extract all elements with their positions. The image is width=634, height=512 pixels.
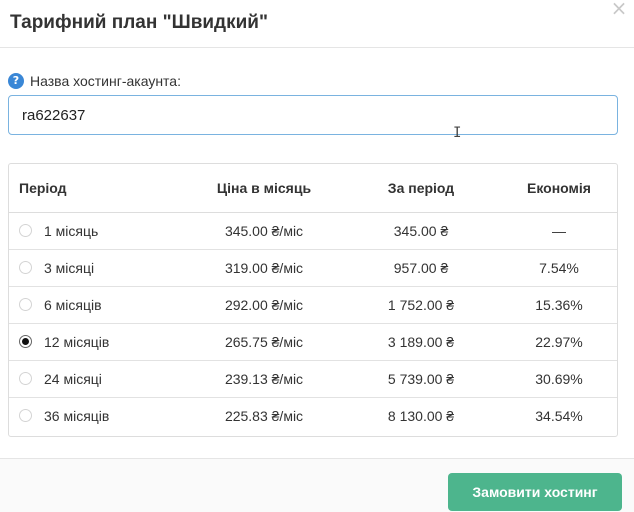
savings-cell: 34.54%	[535, 407, 583, 424]
period-cell: 12 місяців	[9, 323, 187, 361]
period-label: 24 місяці	[44, 370, 102, 387]
plan-table: Період Ціна в місяць За період Економія …	[8, 163, 618, 437]
savings-cell: 7.54%	[501, 249, 617, 287]
monthly-price-cell: 265.75 ₴/міс	[187, 323, 341, 361]
period-total-cell: 957.00 ₴	[341, 249, 501, 287]
period-cell: 36 місяців	[9, 397, 187, 434]
period-radio[interactable]	[19, 224, 32, 237]
period-label: 1 місяць	[44, 222, 99, 239]
period-total-cell: 3 189.00 ₴	[341, 323, 501, 361]
table-row[interactable]: 1 місяць 345.00 ₴/міс 345.00 ₴ —	[9, 212, 617, 250]
period-cell: 1 місяць	[9, 212, 187, 250]
modal-title: Тарифний план "Швидкий"	[10, 12, 268, 33]
period-cell: 24 місяці	[9, 360, 187, 398]
table-row[interactable]: 12 місяців 265.75 ₴/міс 3 189.00 ₴ 22.97%	[9, 323, 617, 361]
ibeam-cursor-icon: I	[453, 125, 462, 141]
savings-cell: 30.69%	[501, 360, 617, 398]
period-total-cell: 8 130.00 ₴	[387, 407, 455, 424]
savings-cell: 22.97%	[501, 323, 617, 361]
account-name-input[interactable]	[8, 95, 618, 135]
period-label: 3 місяці	[44, 259, 95, 276]
period-total-cell: 345.00 ₴	[341, 212, 501, 250]
header-period-total: За період	[341, 164, 501, 213]
period-cell: 3 місяці	[9, 249, 187, 287]
account-name-label: ? Назва хостинг-акаунта:	[8, 72, 181, 90]
period-label: 12 місяців	[44, 333, 110, 350]
period-radio[interactable]	[19, 409, 32, 423]
table-header-row: Період Ціна в місяць За період Економія	[9, 164, 617, 213]
period-total-cell: 5 739.00 ₴	[341, 360, 501, 398]
monthly-price-cell: 225.83 ₴/міс	[224, 407, 304, 424]
table-row[interactable]: 3 місяці 319.00 ₴/міс 957.00 ₴ 7.54%	[9, 249, 617, 287]
table-row[interactable]: 6 місяців 292.00 ₴/міс 1 752.00 ₴ 15.36%	[9, 286, 617, 324]
period-label: 36 місяців	[44, 407, 110, 424]
period-total-cell: 1 752.00 ₴	[341, 286, 501, 324]
help-icon[interactable]: ?	[8, 73, 24, 89]
period-radio[interactable]	[19, 298, 32, 311]
monthly-price-cell: 319.00 ₴/міс	[187, 249, 341, 287]
header-savings: Економія	[501, 164, 617, 213]
savings-cell: 15.36%	[501, 286, 617, 324]
monthly-price-cell: 239.13 ₴/міс	[187, 360, 341, 398]
close-icon[interactable]: ×	[610, 0, 628, 18]
savings-cell: —	[501, 212, 617, 250]
period-radio[interactable]	[19, 261, 32, 274]
table-row[interactable]: 36 місяців 225.83 ₴/міс 8 130.00 ₴ 34.54%	[9, 397, 617, 434]
period-label: 6 місяців	[44, 296, 102, 313]
monthly-price-cell: 292.00 ₴/міс	[187, 286, 341, 324]
account-name-label-text: Назва хостинг-акаунта:	[30, 73, 181, 89]
monthly-price-cell: 345.00 ₴/міс	[187, 212, 341, 250]
table-row[interactable]: 24 місяці 239.13 ₴/міс 5 739.00 ₴ 30.69%	[9, 360, 617, 398]
header-period: Період	[9, 164, 187, 213]
header-monthly-price: Ціна в місяць	[187, 164, 341, 213]
order-hosting-button[interactable]: Замовити хостинг	[448, 473, 622, 511]
modal-header: Тарифний план "Швидкий" ×	[0, 0, 634, 48]
period-radio[interactable]	[19, 372, 32, 385]
period-radio[interactable]	[19, 335, 32, 348]
period-cell: 6 місяців	[9, 286, 187, 324]
